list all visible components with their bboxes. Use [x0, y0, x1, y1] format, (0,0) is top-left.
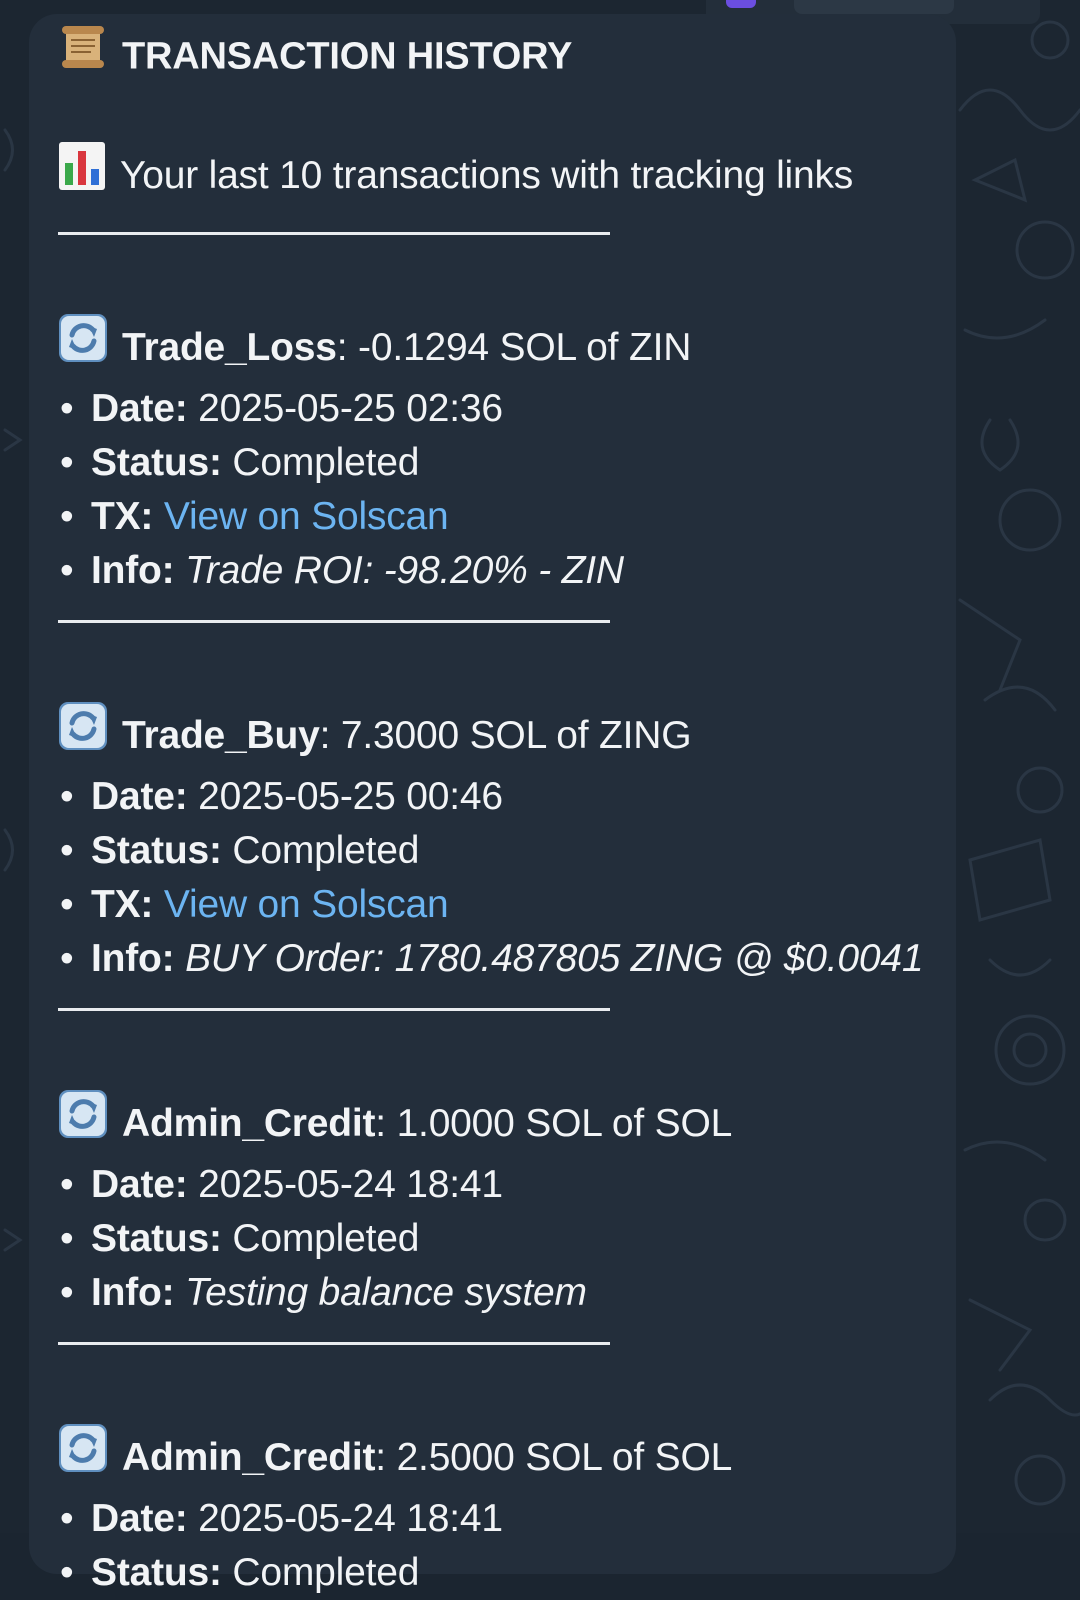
- transaction-info-row: • Info: BUY Order: 1780.487805 ZING @ $0.…: [58, 932, 926, 986]
- transaction-date-row: • Date: 2025-05-25 00:46: [58, 770, 926, 824]
- top-app-badge: [726, 0, 756, 8]
- transaction-info: Testing balance system: [185, 1271, 587, 1314]
- transaction-status: Completed: [232, 1217, 420, 1260]
- bullet: •: [60, 1163, 74, 1206]
- bullet: •: [60, 549, 74, 592]
- transaction-info: Trade ROI: -98.20% - ZIN: [185, 549, 624, 592]
- transaction-status: Completed: [232, 829, 420, 872]
- refresh-icon: [58, 1089, 108, 1154]
- transaction-amount: : -0.1294 SOL of ZIN: [336, 325, 692, 369]
- info-label: Info:: [91, 1271, 175, 1314]
- transaction-date: 2025-05-25 00:46: [198, 775, 503, 818]
- subtitle-text: Your last 10 transactions with tracking …: [120, 153, 854, 197]
- info-label: Info:: [91, 549, 175, 592]
- transaction-status: Completed: [232, 1551, 420, 1594]
- refresh-icon: [58, 1423, 108, 1488]
- transaction-date: 2025-05-24 18:41: [198, 1163, 503, 1206]
- solscan-link[interactable]: View on Solscan: [164, 495, 449, 538]
- status-label: Status:: [91, 1217, 222, 1260]
- bar-chart-icon: [58, 141, 106, 206]
- transaction-entry: Trade_Buy: 7.3000 SOL of ZING • Date: 202…: [58, 702, 926, 1011]
- transaction-date-row: • Date: 2025-05-24 18:41: [58, 1158, 926, 1212]
- transaction-header: Admin_Credit: 2.5000 SOL of SOL: [58, 1424, 926, 1492]
- transaction-date-row: • Date: 2025-05-24 18:41: [58, 1492, 926, 1546]
- bullet: •: [60, 1551, 74, 1594]
- transaction-header: Trade_Buy: 7.3000 SOL of ZING: [58, 702, 926, 770]
- status-label: Status:: [91, 829, 222, 872]
- tx-label: TX:: [91, 883, 154, 926]
- transaction-amount: : 1.0000 SOL of SOL: [375, 1101, 733, 1145]
- message-subtitle: Your last 10 transactions with tracking …: [58, 142, 926, 210]
- transaction-tx-row: • TX: View on Solscan: [58, 878, 926, 932]
- bullet: •: [60, 387, 74, 430]
- transaction-type: Admin_Credit: [122, 1101, 376, 1145]
- transaction-amount: : 2.5000 SOL of SOL: [375, 1435, 733, 1479]
- bullet: •: [60, 1217, 74, 1260]
- refresh-icon: [58, 313, 108, 378]
- transaction-info-row: • Info: Testing balance system: [58, 1266, 926, 1320]
- tx-label: TX:: [91, 495, 154, 538]
- transaction-status-row: • Status: Completed: [58, 1546, 926, 1600]
- transaction-status-row: • Status: Completed: [58, 824, 926, 878]
- transaction-date: 2025-05-25 02:36: [198, 387, 503, 430]
- transaction-status-row: • Status: Completed: [58, 436, 926, 490]
- message-bubble: TRANSACTION HISTORY Your last 10 transac…: [29, 14, 956, 1594]
- transaction-type: Admin_Credit: [122, 1435, 376, 1479]
- transaction-entry: Admin_Credit: 2.5000 SOL of SOL • Date: 2…: [58, 1424, 926, 1600]
- date-label: Date:: [91, 775, 188, 818]
- transaction-type: Trade_Loss: [122, 325, 337, 369]
- date-label: Date:: [91, 1497, 188, 1540]
- top-toolbar-pill: [794, 0, 954, 14]
- transaction-status: Completed: [232, 441, 420, 484]
- transaction-date-row: • Date: 2025-05-25 02:36: [58, 382, 926, 436]
- solscan-link[interactable]: View on Solscan: [164, 883, 449, 926]
- transaction-type: Trade_Buy: [122, 713, 320, 757]
- bullet: •: [60, 1271, 74, 1314]
- info-label: Info:: [91, 937, 175, 980]
- bullet: •: [60, 883, 74, 926]
- page-title: TRANSACTION HISTORY: [122, 35, 573, 78]
- status-label: Status:: [91, 441, 222, 484]
- transaction-entry: Admin_Credit: 1.0000 SOL of SOL • Date: 2…: [58, 1090, 926, 1345]
- transaction-header: Trade_Loss: -0.1294 SOL of ZIN: [58, 314, 926, 382]
- bullet: •: [60, 775, 74, 818]
- transaction-info: BUY Order: 1780.487805 ZING @ $0.0041: [185, 937, 924, 980]
- bullet: •: [60, 495, 74, 538]
- date-label: Date:: [91, 387, 188, 430]
- transaction-amount: : 7.3000 SOL of ZING: [319, 713, 692, 757]
- message-title: TRANSACTION HISTORY: [58, 26, 926, 91]
- transaction-info-row: • Info: Trade ROI: -98.20% - ZIN: [58, 544, 926, 598]
- status-label: Status:: [91, 1551, 222, 1594]
- transaction-tx-row: • TX: View on Solscan: [58, 490, 926, 544]
- bullet: •: [60, 441, 74, 484]
- transaction-entry: Trade_Loss: -0.1294 SOL of ZIN • Date: 20…: [58, 314, 926, 623]
- bullet: •: [60, 1497, 74, 1540]
- date-label: Date:: [91, 1163, 188, 1206]
- transaction-header: Admin_Credit: 1.0000 SOL of SOL: [58, 1090, 926, 1158]
- refresh-icon: [58, 701, 108, 766]
- bullet: •: [60, 829, 74, 872]
- scroll-icon: [58, 22, 108, 87]
- bullet: •: [60, 937, 74, 980]
- transaction-date: 2025-05-24 18:41: [198, 1497, 503, 1540]
- transaction-status-row: • Status: Completed: [58, 1212, 926, 1266]
